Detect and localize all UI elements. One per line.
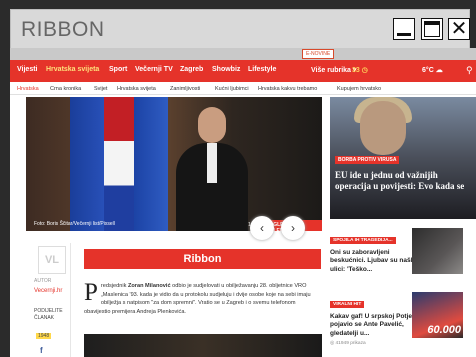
sidebar-main-headline[interactable]: EU ide u jednu od važnijih operacija u p…	[335, 170, 471, 192]
view-count: ◎ 41949 prikaza	[330, 341, 366, 347]
nav-zagreb[interactable]: Zagreb	[180, 66, 203, 73]
top-strip	[10, 48, 476, 60]
search-icon[interactable]: ⚲	[466, 65, 473, 76]
sidebar-item-tag: VIRALNI HIT	[330, 301, 365, 308]
subnav-divider	[10, 94, 476, 95]
nav-vijesti[interactable]: Vijesti	[17, 66, 38, 73]
subnav-zanimljivosti[interactable]: Zanimljivosti	[170, 86, 200, 92]
notification-badge[interactable]: 33 ◷	[352, 66, 368, 74]
column-divider	[70, 243, 71, 357]
sidebar-item-thumbnail[interactable]: 60.000	[412, 292, 463, 338]
prev-arrow-icon[interactable]: ‹	[250, 216, 274, 240]
close-button[interactable]: ✕	[448, 18, 470, 40]
thumbnail-number: 60.000	[427, 324, 461, 336]
drop-cap: P	[84, 279, 98, 306]
web-page: E-NOVINE Vijesti Hrvatska svijeta Sport …	[10, 48, 476, 357]
sidebar-main-tag[interactable]: BORBA PROTIV VIRUSA	[335, 156, 400, 164]
next-arrow-icon[interactable]: ›	[281, 216, 305, 240]
sidebar-item-tag: SPOJILA IH TRAGEDIJA...	[330, 237, 396, 244]
nav-sport[interactable]: Sport	[109, 66, 127, 73]
author-name[interactable]: Vecernji.hr	[34, 288, 62, 294]
author-avatar: VL	[38, 246, 66, 274]
subnav-hrvatska[interactable]: Hrvatska	[17, 86, 39, 92]
ribbon-heading: Ribbon	[84, 249, 321, 269]
more-sections-dropdown[interactable]: Više rubrika ▾	[311, 66, 356, 74]
article-photo	[84, 334, 322, 357]
nav-hrvatska-svijeta[interactable]: Hrvatska svijeta	[46, 66, 99, 73]
author-label: AUTOR	[34, 278, 52, 284]
nav-showbiz[interactable]: Showbiz	[212, 66, 240, 73]
window-titlebar: RIBBON ✕	[10, 9, 470, 49]
eu-flag	[70, 97, 104, 231]
subnav-hrvatska-svijeta[interactable]: Hrvatska svijeta	[117, 86, 156, 92]
share-count: 1948	[36, 333, 52, 339]
maximize-button[interactable]	[421, 18, 443, 40]
nav-lifestyle[interactable]: Lifestyle	[248, 66, 276, 73]
nav-vecernji-tv[interactable]: Večernji TV	[135, 66, 173, 73]
facebook-icon[interactable]: f	[40, 346, 43, 355]
photo-credit: Foto: Boris Ščitar/Večernji list/Pixsell	[34, 221, 115, 227]
person-name-link[interactable]: Zoran Milanović	[128, 283, 171, 289]
sidebar-item-thumbnail[interactable]	[412, 228, 463, 274]
subnav-kupujem-hrvatsko[interactable]: Kupujem hrvatsko	[337, 86, 381, 92]
window-title: RIBBON	[21, 18, 105, 41]
weather-widget[interactable]: 6°C ☁	[422, 66, 443, 74]
article-body: Predsjednik Zoran Milanović odbio je sud…	[84, 279, 311, 315]
subnav-kucni-ljubimci[interactable]: Kućni ljubimci	[215, 86, 249, 92]
minimize-button[interactable]	[393, 18, 415, 40]
subnav-svijet[interactable]: Svijet	[94, 86, 107, 92]
eu-flag-2	[134, 97, 168, 231]
main-photo[interactable]: Foto: Boris Ščitar/Večernji list/Pixsell…	[26, 97, 322, 231]
subnav-hrvatska-kakvu-trebamo[interactable]: Hrvatska kakvu trebamo	[258, 86, 317, 92]
croatian-flag	[104, 97, 134, 231]
enovine-link[interactable]: E-NOVINE	[302, 49, 335, 59]
subnav-crna-kronika[interactable]: Crna kronika	[50, 86, 81, 92]
share-label: PODIJELITE ČLANAK	[34, 308, 63, 321]
